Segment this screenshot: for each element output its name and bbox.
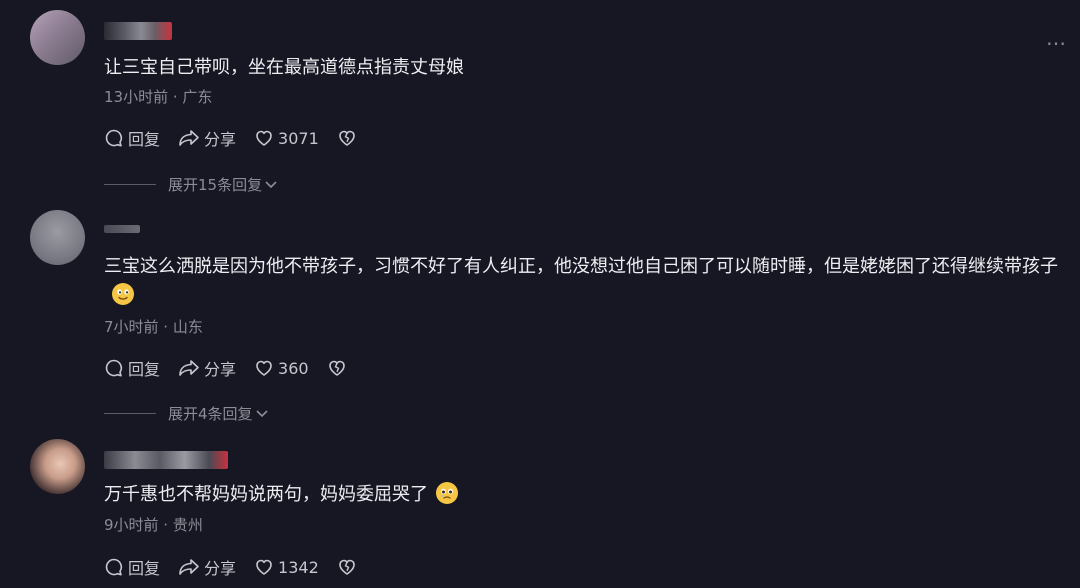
username-blurred[interactable]	[104, 225, 140, 233]
reply-label: 回复	[128, 130, 161, 149]
chevron-down-icon	[255, 409, 268, 417]
broken-heart-icon	[338, 559, 355, 575]
like-count: 360	[278, 358, 309, 378]
comment-text: 万千惠也不帮妈妈说两句，妈妈委屈哭了	[104, 480, 1060, 509]
comment-meta: 7小时前 · 山东	[104, 318, 203, 336]
share-icon	[179, 559, 199, 575]
divider-line	[104, 413, 156, 414]
expand-replies[interactable]: 展开4条回复	[104, 403, 269, 424]
chevron-down-icon	[265, 180, 277, 188]
expand-replies[interactable]: 展开15条回复	[104, 174, 278, 195]
share-icon	[179, 130, 199, 146]
broken-heart-icon	[338, 130, 355, 146]
smile-emoji-icon	[112, 283, 134, 305]
like-button[interactable]: 3071	[254, 128, 319, 148]
username-blurred[interactable]	[104, 451, 228, 469]
comment-actions: 回复 分享 3071	[104, 127, 379, 149]
heart-icon	[256, 130, 272, 146]
expand-label: 展开15条回复	[168, 176, 263, 194]
heart-icon	[256, 360, 272, 376]
share-button[interactable]: 分享	[178, 126, 236, 150]
share-label: 分享	[204, 360, 237, 379]
comment-text: 三宝这么洒脱是因为他不带孩子，习惯不好了有人纠正，他没想过他自己困了可以随时睡，…	[104, 252, 1060, 310]
reply-icon	[105, 359, 123, 377]
comment-meta: 13小时前 · 广东	[104, 88, 213, 106]
divider-line	[104, 184, 156, 185]
like-count: 1342	[278, 557, 319, 577]
share-label: 分享	[204, 130, 237, 149]
teary-eyes-emoji-icon	[436, 482, 458, 504]
reply-label: 回复	[128, 559, 161, 578]
comment-text: 让三宝自己带呗，坐在最高道德点指责丈母娘	[104, 57, 464, 78]
reply-button[interactable]: 回复	[104, 555, 160, 579]
reply-icon	[105, 129, 123, 147]
avatar[interactable]	[30, 10, 85, 65]
comment-actions: 回复 分享 360	[104, 357, 369, 379]
reply-button[interactable]: 回复	[104, 356, 160, 380]
share-label: 分享	[204, 559, 237, 578]
reply-button[interactable]: 回复	[104, 126, 160, 150]
like-count: 3071	[278, 128, 319, 148]
username-blurred[interactable]	[104, 22, 172, 40]
dislike-button[interactable]	[327, 358, 351, 378]
more-options-icon[interactable]: …	[1046, 26, 1067, 50]
reply-label: 回复	[128, 360, 161, 379]
like-button[interactable]: 1342	[254, 557, 319, 577]
reply-icon	[105, 558, 123, 576]
share-button[interactable]: 分享	[178, 555, 236, 579]
expand-label: 展开4条回复	[168, 405, 253, 423]
share-button[interactable]: 分享	[178, 356, 236, 380]
comment-actions: 回复 分享 1342	[104, 556, 379, 578]
broken-heart-icon	[328, 360, 345, 376]
heart-icon	[256, 559, 272, 575]
dislike-button[interactable]	[337, 128, 361, 148]
share-icon	[179, 360, 199, 376]
comment-text-content: 万千惠也不帮妈妈说两句，妈妈委屈哭了	[104, 484, 428, 505]
comment-meta: 9小时前 · 贵州	[104, 516, 203, 534]
avatar[interactable]	[30, 210, 85, 265]
dislike-button[interactable]	[337, 557, 361, 577]
comment-text-content: 三宝这么洒脱是因为他不带孩子，习惯不好了有人纠正，他没想过他自己困了可以随时睡，…	[104, 256, 1058, 277]
avatar[interactable]	[30, 439, 85, 494]
like-button[interactable]: 360	[254, 358, 309, 378]
